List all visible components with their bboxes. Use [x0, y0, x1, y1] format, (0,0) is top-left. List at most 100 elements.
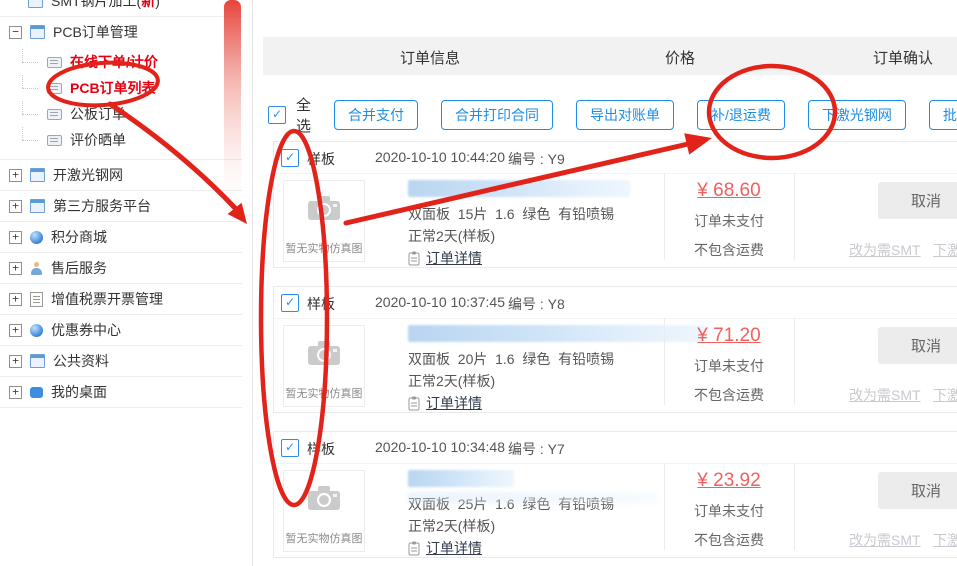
order-card-header: ✓ 样板 2020-10-10 10:37:45 编号 : Y8: [274, 287, 957, 319]
price-column: ¥ 71.20 订单未支付 不包含运费: [664, 325, 794, 405]
merge-pay-button[interactable]: 合并支付: [334, 100, 418, 130]
sidebar-item-label: 售后服务: [51, 258, 107, 278]
sidebar-item-label: 开激光钢网: [53, 165, 123, 185]
freight-note: 不包含运费: [664, 530, 794, 550]
order-number: 编号 : Y8: [508, 294, 565, 314]
order-detail-link[interactable]: 订单详情: [426, 537, 482, 559]
window-icon: [28, 0, 43, 8]
price-column: ¥ 23.92 订单未支付 不包含运费: [664, 470, 794, 550]
expand-icon[interactable]: +: [9, 386, 22, 399]
sidebar-item-online-order[interactable]: 在线下单/计价: [0, 49, 242, 75]
form-icon: [47, 135, 62, 146]
order-price[interactable]: ¥ 71.20: [697, 325, 760, 347]
order-detail-link[interactable]: 订单详情: [426, 392, 482, 414]
collapse-icon[interactable]: −: [9, 26, 22, 39]
sphere-icon: [30, 324, 43, 337]
sphere-icon: [30, 231, 43, 244]
order-spec: 双面板 20片 1.6 绿色 有铅喷锡: [408, 349, 660, 370]
order-details: 双面板 25片 1.6 绿色 有铅喷锡 正常2天(样板) 订单详情: [408, 468, 660, 559]
batch-print-delivery-button[interactable]: 批量打印送货单: [929, 100, 957, 130]
board-preview-placeholder: 暂无实物仿真图: [283, 325, 365, 407]
sidebar-item-my-desktop[interactable]: + 我的桌面: [0, 377, 242, 408]
select-all-checkbox[interactable]: ✓: [268, 106, 286, 124]
sidebar-item-pcb-order-mgmt[interactable]: − PCB订单管理: [0, 17, 242, 47]
order-type: 样板: [307, 439, 335, 459]
board-preview-placeholder: 暂无实物仿真图: [283, 470, 365, 552]
camera-icon: [307, 340, 341, 366]
redacted-product-name: [408, 180, 630, 197]
order-card: ✓ 样板 2020-10-10 10:37:45 编号 : Y8 暂无实物仿真图…: [273, 286, 957, 413]
column-divider: [794, 463, 795, 550]
order-number: 编号 : Y9: [508, 149, 565, 169]
clipboard-icon: [408, 251, 420, 266]
order-datetime: 2020-10-10 10:34:48: [375, 439, 505, 455]
order-checkbox[interactable]: ✓: [281, 439, 299, 457]
expand-icon[interactable]: +: [9, 262, 22, 275]
sidebar-item-public-data[interactable]: + 公共资料: [0, 346, 242, 377]
order-number: 编号 : Y7: [508, 439, 565, 459]
expand-icon[interactable]: +: [9, 231, 22, 244]
sidebar-item-label: 公共资料: [53, 351, 109, 371]
expand-icon[interactable]: +: [9, 293, 22, 306]
merge-print-contract-button[interactable]: 合并打印合同: [441, 100, 553, 130]
sidebar: SMT钢片加工(新) − PCB订单管理 在线下单/计价 PCB订单列表 公板订…: [0, 0, 242, 566]
sidebar-item-public-board-order[interactable]: 公板订单: [0, 101, 242, 127]
order-datetime: 2020-10-10 10:37:45: [375, 294, 505, 310]
panel-divider: [252, 0, 253, 566]
clipboard-icon: [408, 396, 420, 411]
list-column-header: 订单信息 价格 订单确认: [263, 37, 957, 75]
order-checkbox[interactable]: ✓: [281, 294, 299, 312]
cancel-order-button[interactable]: 取消: [878, 472, 957, 509]
no-image-text: 暂无实物仿真图: [284, 240, 364, 256]
change-to-smt-link[interactable]: 改为需SMT: [849, 385, 921, 405]
sidebar-item-label: SMT钢片加工(新): [51, 0, 160, 11]
order-card-header: ✓ 样板 2020-10-10 10:44:20 编号 : Y9: [274, 142, 957, 174]
select-all-label: 全选: [296, 94, 311, 136]
order-card: ✓ 样板 2020-10-10 10:34:48 编号 : Y7 暂无实物仿真图…: [273, 431, 957, 558]
invoice-icon: [30, 292, 43, 307]
change-to-smt-link[interactable]: 改为需SMT: [849, 240, 921, 260]
sidebar-item-smt-stencil[interactable]: SMT钢片加工(新): [0, 0, 242, 17]
sidebar-item-label: 优惠券中心: [51, 320, 121, 340]
order-spec: 双面板 15片 1.6 绿色 有铅喷锡: [408, 204, 660, 225]
sidebar-item-laser-stencil[interactable]: + 开激光钢网: [0, 160, 242, 191]
laser-stencil-link-clipped[interactable]: 下激: [933, 530, 957, 550]
sidebar-item-third-party-platform[interactable]: + 第三方服务平台: [0, 191, 242, 222]
expand-icon[interactable]: +: [9, 324, 22, 337]
expand-icon[interactable]: +: [9, 200, 22, 213]
order-datetime: 2020-10-10 10:44:20: [375, 149, 505, 165]
sidebar-item-vat-invoice[interactable]: + 增值税票开票管理: [0, 284, 242, 315]
export-statement-button[interactable]: 导出对账单: [576, 100, 674, 130]
order-checkbox[interactable]: ✓: [281, 149, 299, 167]
expand-icon[interactable]: +: [9, 169, 22, 182]
freight-note: 不包含运费: [664, 240, 794, 260]
cancel-order-button[interactable]: 取消: [878, 327, 957, 364]
person-icon: [30, 262, 43, 275]
order-card-header: ✓ 样板 2020-10-10 10:34:48 编号 : Y7: [274, 432, 957, 464]
sidebar-item-label: 第三方服务平台: [53, 196, 151, 216]
order-lead-time: 正常2天(样板): [408, 370, 660, 392]
chat-icon: [30, 387, 43, 398]
freight-adjust-button[interactable]: 补/退运费: [697, 100, 785, 130]
order-details: 双面板 15片 1.6 绿色 有铅喷锡 正常2天(样板) 订单详情: [408, 178, 660, 269]
laser-stencil-link-clipped[interactable]: 下激: [933, 385, 957, 405]
redacted-product-name: [408, 470, 514, 487]
camera-icon: [307, 195, 341, 221]
sidebar-item-after-sales[interactable]: + 售后服务: [0, 253, 242, 284]
freight-note: 不包含运费: [664, 385, 794, 405]
order-price[interactable]: ¥ 68.60: [697, 180, 760, 202]
expand-icon[interactable]: +: [9, 355, 22, 368]
order-price[interactable]: ¥ 23.92: [697, 470, 760, 492]
sidebar-item-points-mall[interactable]: + 积分商城: [0, 222, 242, 253]
column-order-info: 订单信息: [400, 47, 460, 68]
change-to-smt-link[interactable]: 改为需SMT: [849, 530, 921, 550]
sidebar-item-coupon-center[interactable]: + 优惠券中心: [0, 315, 242, 346]
board-preview-placeholder: 暂无实物仿真图: [283, 180, 365, 262]
order-detail-link[interactable]: 订单详情: [426, 247, 482, 269]
cancel-order-button[interactable]: 取消: [878, 182, 957, 219]
pay-status: 订单未支付: [664, 356, 794, 376]
laser-stencil-link-clipped[interactable]: 下激: [933, 240, 957, 260]
sidebar-item-pcb-order-list[interactable]: PCB订单列表: [0, 75, 242, 101]
order-laser-stencil-button[interactable]: 下激光钢网: [808, 100, 906, 130]
sidebar-item-review-share[interactable]: 评价晒单: [0, 127, 242, 153]
